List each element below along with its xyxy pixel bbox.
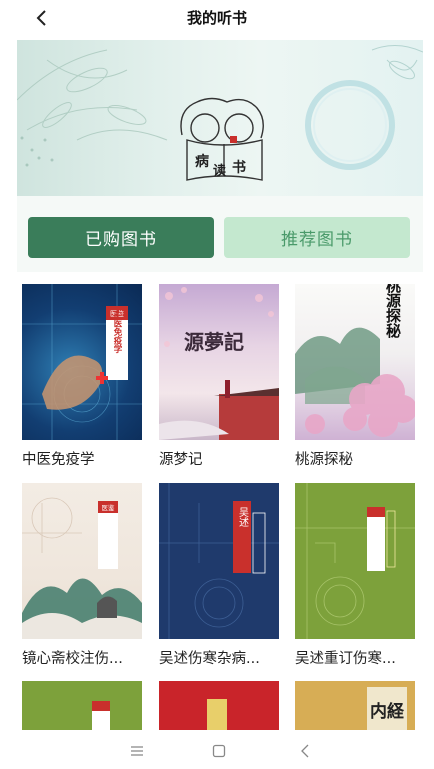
book-cover [159,681,279,730]
book-cover-text: 源夢記 [184,330,244,354]
book-cover-text: 中医免疫学 [112,310,122,354]
home-button[interactable] [204,740,234,762]
book-title: 桃源探秘 [295,452,353,468]
book-item[interactable]: 桃源探秘 桃源探秘 [295,284,415,469]
book-item[interactable]: 医鉴 镜心斋校注伤... [22,483,142,668]
book-cover [295,483,415,639]
banner-logo-char-3: 书 [232,159,246,176]
book-cover-text: 内経 [370,701,405,722]
system-navigation-bar [0,730,434,769]
square-icon [212,744,226,758]
banner-logo-char-2: 读 [213,163,226,179]
book-cover: 源夢記 [159,284,279,440]
banner-image: 病 读 书 [17,40,423,196]
menu-button[interactable] [122,740,152,762]
tab-recommended-books[interactable]: 推荐图书 [224,217,410,258]
book-cover: 医鉴 [22,483,142,639]
tab-switcher: 已购图书 推荐图书 [17,196,423,272]
book-title: 吴述重订伤寒... [295,651,396,667]
book-item[interactable]: 医鉴 中医免疫学 中医免疫学 [22,284,142,469]
menu-icon [131,746,143,756]
book-cover [22,681,142,730]
book-cover-text: 桃源探秘 [384,284,402,339]
book-cover: 内経 [295,681,415,730]
triangle-back-icon [301,744,309,758]
system-back-button[interactable] [290,740,320,762]
header-bar: 我的听书 [0,0,434,36]
book-series-label: 医鉴 [102,503,116,512]
book-title: 中医免疫学 [22,452,95,468]
book-item[interactable]: 吴述 吴述伤寒杂病... [159,483,279,668]
book-title: 吴述伤寒杂病... [159,651,260,667]
page-title: 我的听书 [186,9,247,27]
banner-logo-char-1: 病 [195,153,209,170]
book-cover: 吴述 [159,483,279,639]
book-cover-text: 吴述 [237,507,249,527]
book-title: 源梦记 [159,452,203,468]
book-cover: 医鉴 中医免疫学 [22,284,142,440]
book-cover: 桃源探秘 [295,284,415,440]
tab-purchased-books[interactable]: 已购图书 [28,217,214,258]
book-title: 镜心斋校注伤... [22,651,123,667]
book-item[interactable]: 源夢記 源梦记 [159,284,279,469]
book-item[interactable]: 吴述重订伤寒... [295,483,415,668]
